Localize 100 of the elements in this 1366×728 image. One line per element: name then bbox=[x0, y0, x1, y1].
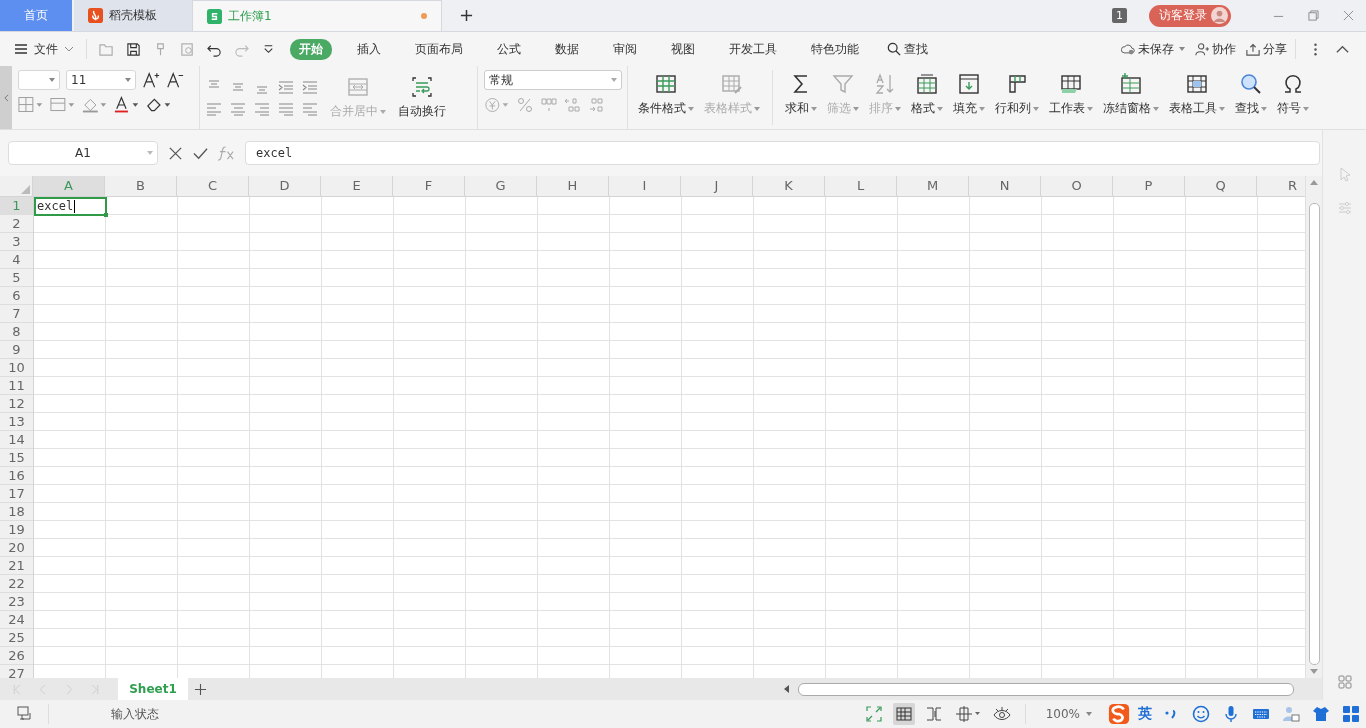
ribbon-button[interactable]: 表格工具 bbox=[1165, 70, 1229, 119]
font-color-icon[interactable] bbox=[114, 96, 140, 114]
align-right-icon[interactable] bbox=[254, 101, 270, 116]
ribbon-button[interactable]: 填充 bbox=[949, 70, 989, 119]
ribbon-tab[interactable]: 数据 bbox=[546, 38, 588, 60]
input-language[interactable]: 英 bbox=[1138, 705, 1152, 723]
row-header[interactable]: 21 bbox=[0, 557, 33, 575]
toolbar-button[interactable]: 未保存 bbox=[1121, 40, 1185, 58]
eraser-icon[interactable] bbox=[146, 96, 172, 114]
ribbon-button[interactable]: 条件格式 bbox=[634, 70, 698, 119]
cell-style-icon[interactable] bbox=[50, 96, 76, 114]
open-folder-icon[interactable] bbox=[99, 41, 114, 57]
row-header[interactable]: 3 bbox=[0, 233, 33, 251]
align-left-icon[interactable] bbox=[206, 101, 222, 116]
grid-apps-icon[interactable] bbox=[1336, 674, 1353, 690]
row-header[interactable]: 9 bbox=[0, 341, 33, 359]
column-header[interactable]: K bbox=[753, 176, 825, 196]
column-header[interactable]: D bbox=[249, 176, 321, 196]
row-header[interactable]: 17 bbox=[0, 485, 33, 503]
column-header[interactable]: B bbox=[105, 176, 177, 196]
ribbon-tab[interactable]: 插入 bbox=[348, 38, 390, 60]
increase-indent-icon[interactable] bbox=[302, 79, 318, 94]
document-tab[interactable]: 首页 bbox=[0, 0, 72, 31]
percent-icon[interactable] bbox=[516, 96, 534, 114]
restore-icon[interactable] bbox=[1308, 10, 1319, 21]
font-size-field[interactable]: 11 bbox=[66, 70, 136, 90]
normal-view-icon[interactable] bbox=[892, 703, 915, 725]
ribbon-tab[interactable]: 页面布局 bbox=[406, 38, 472, 60]
file-menu[interactable]: 文件 bbox=[14, 40, 74, 58]
decrease-indent-icon[interactable] bbox=[278, 79, 294, 94]
document-tab[interactable]: 工作簿1 bbox=[192, 0, 442, 31]
row-header[interactable]: 12 bbox=[0, 395, 33, 413]
column-header[interactable]: N bbox=[969, 176, 1041, 196]
row-header[interactable]: 15 bbox=[0, 449, 33, 467]
sogou-logo-icon[interactable] bbox=[1108, 703, 1130, 725]
formula-input[interactable]: excel bbox=[245, 141, 1320, 165]
justify-icon[interactable] bbox=[278, 101, 294, 116]
borders-icon[interactable] bbox=[18, 96, 44, 114]
row-header[interactable]: 26 bbox=[0, 647, 33, 665]
column-header[interactable]: Q bbox=[1185, 176, 1257, 196]
login-button[interactable]: 访客登录 bbox=[1149, 4, 1231, 27]
decrease-font-icon[interactable] bbox=[166, 71, 184, 89]
row-header[interactable]: 11 bbox=[0, 377, 33, 395]
wrap-text-button[interactable]: 自动换行 bbox=[394, 73, 450, 122]
row-header[interactable]: 25 bbox=[0, 629, 33, 647]
decrease-decimal-icon[interactable] bbox=[588, 96, 606, 114]
toolbox-icon[interactable] bbox=[1340, 703, 1362, 725]
row-header[interactable]: 5 bbox=[0, 269, 33, 287]
column-header[interactable]: C bbox=[177, 176, 249, 196]
row-header[interactable]: 19 bbox=[0, 521, 33, 539]
currency-icon[interactable] bbox=[484, 96, 510, 114]
row-header[interactable]: 13 bbox=[0, 413, 33, 431]
row-header[interactable]: 23 bbox=[0, 593, 33, 611]
column-header[interactable]: O bbox=[1041, 176, 1113, 196]
row-header[interactable]: 20 bbox=[0, 539, 33, 557]
cancel-icon[interactable] bbox=[168, 145, 183, 161]
ribbon-tab[interactable]: 开发工具 bbox=[720, 38, 786, 60]
ribbon-button[interactable]: 查找 bbox=[1231, 70, 1271, 119]
ribbon-button[interactable]: 求和 bbox=[781, 70, 821, 119]
confirm-icon[interactable] bbox=[193, 145, 208, 161]
row-header[interactable]: 10 bbox=[0, 359, 33, 377]
active-cell[interactable]: excel bbox=[34, 197, 107, 216]
row-header[interactable]: 4 bbox=[0, 251, 33, 269]
close-icon[interactable] bbox=[1343, 10, 1354, 21]
ribbon-button[interactable]: 格式 bbox=[907, 70, 947, 119]
column-header[interactable]: J bbox=[681, 176, 753, 196]
ribbon-button[interactable]: 冻结窗格 bbox=[1099, 70, 1163, 119]
emoji-icon[interactable] bbox=[1190, 703, 1212, 725]
sheet-tab[interactable]: Sheet1 bbox=[118, 678, 188, 700]
settings-icon[interactable] bbox=[1336, 200, 1353, 216]
row-header[interactable]: 18 bbox=[0, 503, 33, 521]
ribbon-tab[interactable]: 公式 bbox=[488, 38, 530, 60]
column-header[interactable]: I bbox=[609, 176, 681, 196]
column-header[interactable]: G bbox=[465, 176, 537, 196]
column-header[interactable]: H bbox=[537, 176, 609, 196]
column-header[interactable]: E bbox=[321, 176, 393, 196]
row-header[interactable]: 22 bbox=[0, 575, 33, 593]
row-header[interactable]: 14 bbox=[0, 431, 33, 449]
vertical-scrollbar[interactable] bbox=[1305, 176, 1322, 678]
ribbon-tab[interactable]: 特色功能 bbox=[802, 38, 868, 60]
search-button[interactable]: 查找 bbox=[878, 38, 937, 60]
row-header[interactable]: 16 bbox=[0, 467, 33, 485]
row-header[interactable]: 6 bbox=[0, 287, 33, 305]
row-header[interactable]: 8 bbox=[0, 323, 33, 341]
function-icon[interactable] bbox=[218, 145, 235, 161]
ribbon-button[interactable]: 符号 bbox=[1273, 70, 1313, 119]
increase-font-icon[interactable] bbox=[142, 71, 160, 89]
select-all-icon[interactable] bbox=[21, 185, 30, 194]
font-name-field[interactable] bbox=[18, 70, 60, 90]
row-header[interactable]: 24 bbox=[0, 611, 33, 629]
column-header[interactable]: A bbox=[33, 176, 105, 196]
window-count-badge[interactable]: 1 bbox=[1112, 8, 1127, 23]
horizontal-scrollbar[interactable] bbox=[784, 683, 1294, 695]
document-tab[interactable]: 稻壳模板 bbox=[74, 0, 192, 31]
name-box[interactable]: A1 bbox=[8, 141, 158, 165]
row-header[interactable]: 1 bbox=[0, 197, 33, 215]
column-header[interactable]: M bbox=[897, 176, 969, 196]
print-preview-icon[interactable] bbox=[180, 41, 195, 57]
align-center-icon[interactable] bbox=[230, 101, 246, 116]
zoom-dropdown[interactable]: 100% bbox=[1045, 707, 1092, 721]
